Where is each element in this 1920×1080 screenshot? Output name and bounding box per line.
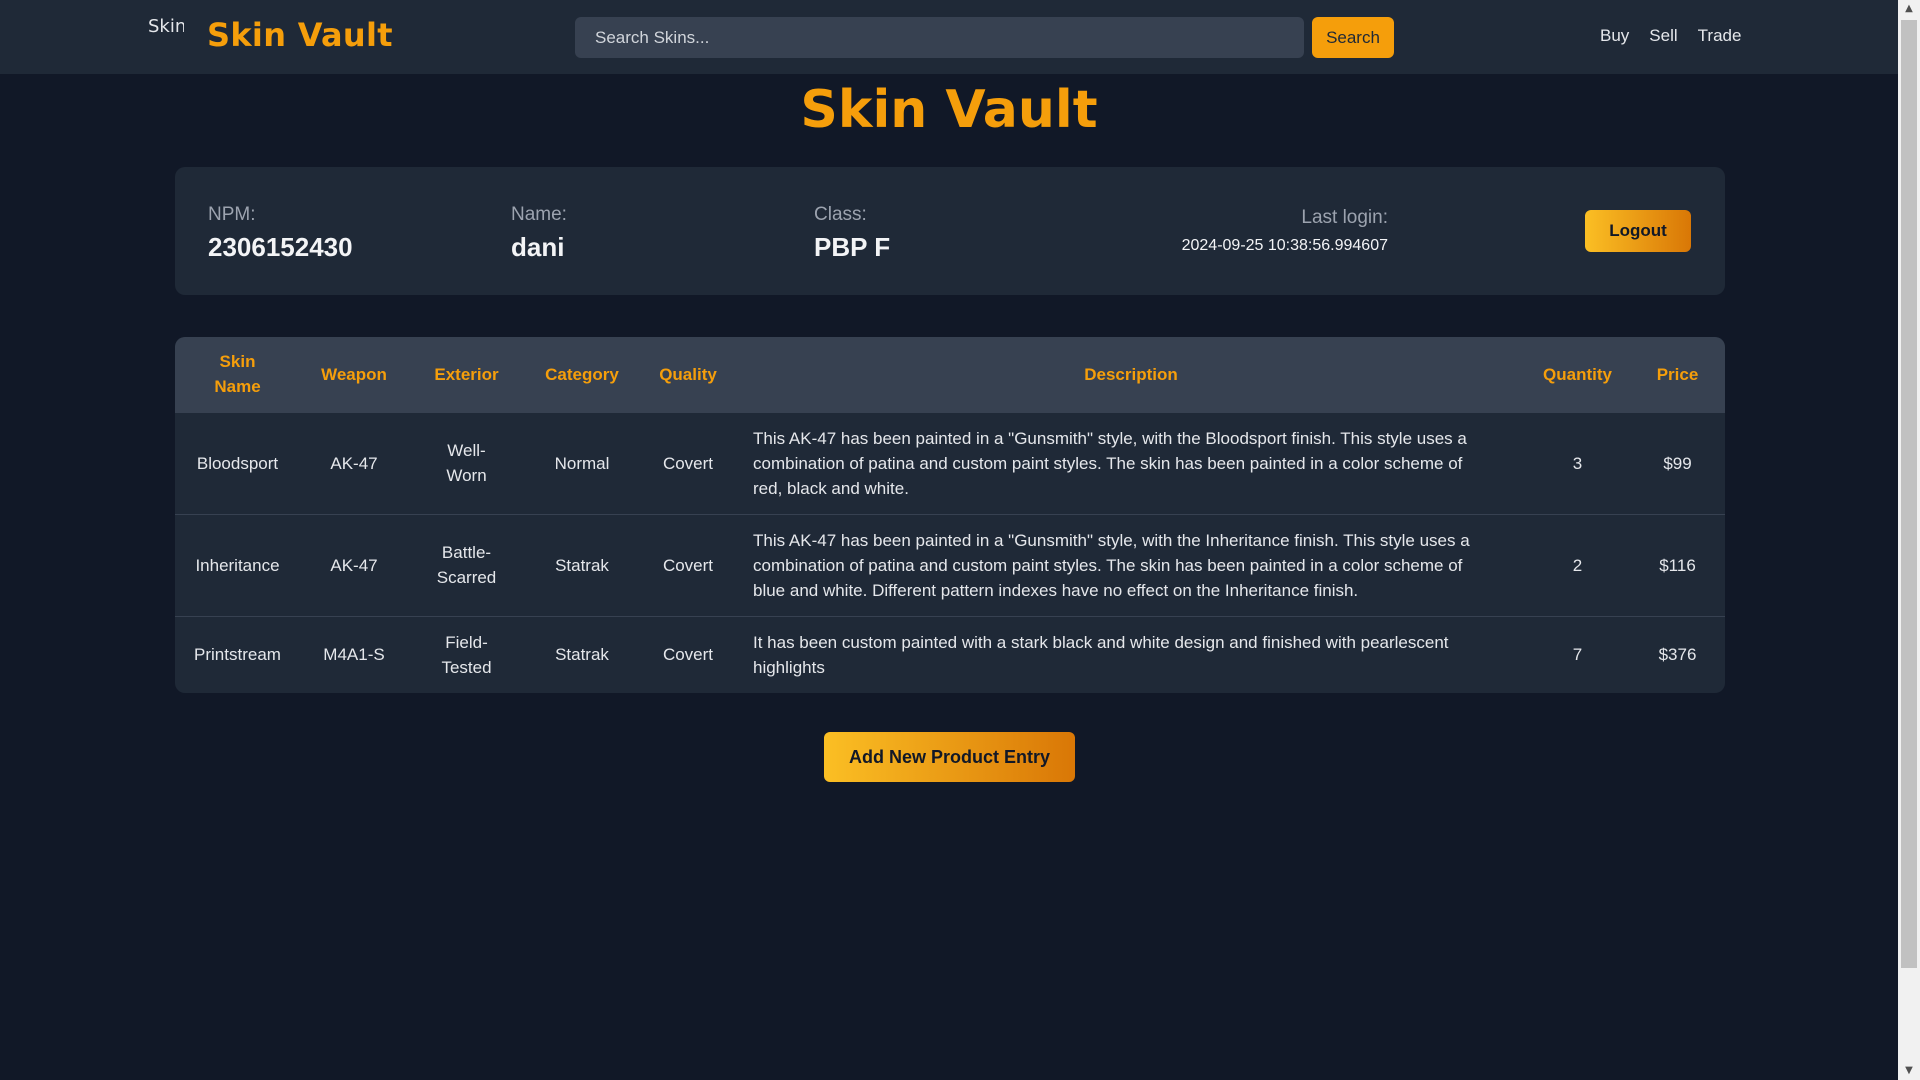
cell-category: Statrak: [555, 645, 609, 664]
nav-link-trade[interactable]: Trade: [1698, 26, 1742, 46]
last-login-label: Last login:: [1301, 207, 1388, 228]
nav-links: Buy Sell Trade: [1600, 26, 1761, 46]
brand-name[interactable]: Skin Vault: [207, 16, 393, 54]
cell-quantity: 3: [1572, 453, 1583, 473]
table-header-row: Skin Name Weapon Exterior Category Quali…: [175, 337, 1725, 412]
cell-weapon: M4A1-S: [323, 645, 385, 664]
name-block: Name: dani: [511, 204, 567, 263]
cell-weapon: AK-47: [330, 555, 378, 575]
scroll-up-arrow-icon[interactable]: ▲: [1898, 0, 1920, 18]
cell-exterior: Well-Worn: [446, 441, 487, 485]
class-block: Class: PBP F: [814, 204, 890, 263]
search-button[interactable]: Search: [1312, 17, 1394, 58]
last-login-block: Last login: 2024-09-25 10:38:56.994607: [1182, 207, 1388, 255]
navbar: Skin Skin Vault Search Buy Sell Trade: [0, 0, 1898, 75]
products-table: Skin Name Weapon Exterior Category Quali…: [175, 337, 1725, 693]
scroll-down-arrow-icon[interactable]: ▼: [1898, 1062, 1920, 1080]
last-login-value: 2024-09-25 10:38:56.994607: [1181, 237, 1388, 254]
logo-image[interactable]: Skin: [148, 17, 184, 57]
page-title: Skin Vault: [800, 80, 1098, 140]
cell-price: $376: [1658, 645, 1697, 664]
add-new-product-button[interactable]: Add New Product Entry: [824, 732, 1075, 782]
header-price: Price: [1656, 364, 1699, 384]
header-description: Description: [1084, 364, 1178, 384]
npm-label: NPM:: [208, 204, 256, 225]
name-label: Name:: [511, 204, 567, 225]
class-label: Class:: [814, 204, 867, 225]
npm-block: NPM: 2306152430: [208, 204, 353, 263]
cell-quantity: 7: [1572, 645, 1583, 664]
logout-button[interactable]: Logout: [1585, 210, 1691, 252]
nav-link-sell[interactable]: Sell: [1649, 26, 1677, 46]
cell-skin-name: Bloodsport: [196, 453, 279, 473]
npm-value: 2306152430: [208, 232, 353, 262]
header-weapon: Weapon: [321, 364, 387, 384]
cell-category: Statrak: [555, 555, 609, 575]
table-row: Bloodsport AK-47 Well-Worn Normal Covert…: [175, 412, 1725, 514]
cell-price: $99: [1663, 453, 1692, 473]
cell-skin-name: Printstream: [194, 645, 281, 664]
scroll-thumb[interactable]: [1901, 20, 1917, 968]
cell-price: $116: [1659, 555, 1696, 575]
cell-weapon: AK-47: [330, 453, 378, 473]
header-category: Category: [545, 364, 619, 384]
cell-quantity: 2: [1572, 555, 1583, 575]
cell-exterior: Battle-Scarred: [436, 543, 497, 587]
cell-skin-name: Inheritance: [195, 555, 280, 575]
scrollbar[interactable]: ▲ ▼: [1898, 0, 1920, 1080]
user-info-card: NPM: 2306152430 Name: dani Class: PBP F …: [175, 167, 1725, 295]
cell-description: This AK-47 has been painted in a "Gunsmi…: [753, 530, 1470, 600]
nav-link-buy[interactable]: Buy: [1600, 26, 1629, 46]
header-quality: Quality: [659, 364, 717, 384]
cell-description: It has been custom painted with a stark …: [753, 632, 1449, 677]
header-exterior: Exterior: [434, 364, 499, 384]
cell-category: Normal: [554, 453, 610, 473]
cell-quality: Covert: [662, 555, 714, 575]
search-input[interactable]: [575, 17, 1304, 58]
name-value: dani: [511, 232, 565, 262]
cell-quality: Covert: [662, 453, 714, 473]
header-skin-name: Skin Name: [214, 352, 261, 397]
cell-description: This AK-47 has been painted in a "Gunsmi…: [753, 428, 1467, 498]
class-value: PBP F: [814, 232, 891, 262]
cell-exterior: Field-Tested: [441, 632, 492, 677]
table-row: Printstream M4A1-S Field-Tested Statrak …: [175, 616, 1725, 693]
cell-quality: Covert: [662, 645, 714, 664]
header-quantity: Quantity: [1543, 364, 1612, 384]
table-row: Inheritance AK-47 Battle-Scarred Statrak…: [175, 514, 1725, 616]
